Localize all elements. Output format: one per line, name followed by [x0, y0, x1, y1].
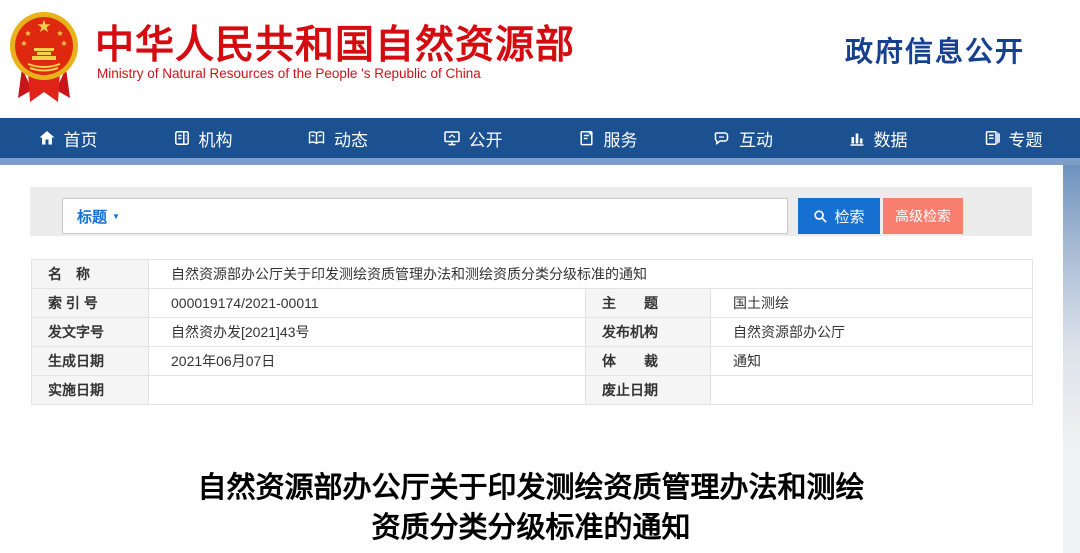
- nav-label: 首页: [63, 130, 98, 150]
- search-panel: 标题 ▼ 检索 高级检索: [30, 187, 1032, 236]
- genre-value: 通知: [709, 346, 1034, 376]
- page-edge-gradient: [1063, 165, 1080, 553]
- publisher-label: 发布机构: [585, 317, 711, 347]
- svg-text:★: ★: [20, 39, 27, 48]
- nav-label: 数据: [873, 130, 908, 150]
- table-row: 索 引 号 000019174/2021-00011 主 题 国土测绘: [31, 288, 1034, 318]
- advanced-search-label: 高级检索: [895, 208, 951, 224]
- search-box: 标题 ▼: [62, 198, 788, 234]
- bar-chart-icon: [850, 133, 863, 146]
- gov-info-disclosure-title[interactable]: 政府信息公开: [845, 30, 1025, 70]
- table-row: 发文字号 自然资办发[2021]43号 发布机构 自然资源部办公厅: [31, 317, 1034, 347]
- nav-item-home[interactable]: 首页: [0, 118, 135, 158]
- search-field-selector[interactable]: 标题 ▼: [63, 206, 120, 227]
- svg-text:★: ★: [24, 29, 31, 38]
- nav-item-topics[interactable]: 专题: [945, 118, 1080, 158]
- index-number-label: 索 引 号: [31, 288, 149, 318]
- nav-label: 机构: [198, 130, 233, 150]
- main-nav: 首页 机构 动态 公开 服务 互动 数据 专题: [0, 118, 1080, 158]
- create-date-value: 2021年06月07日: [148, 346, 586, 376]
- org-name-cn: 中华人民共和国自然资源部: [95, 24, 576, 67]
- table-row: 实施日期 废止日期: [31, 375, 1034, 405]
- news-book-icon: [308, 131, 325, 145]
- site-header: ★ ★ ★ ★ ★ 中华人民共和国自然资源部 Ministry of Natur…: [0, 0, 1080, 118]
- chevron-down-icon: ▼: [112, 211, 120, 221]
- search-button-label: 检索: [834, 208, 865, 226]
- table-row: 名 称 自然资源部办公厅关于印发测绘资质管理办法和测绘资质分类分级标准的通知: [31, 259, 1034, 289]
- doc-info-table: 名 称 自然资源部办公厅关于印发测绘资质管理办法和测绘资质分类分级标准的通知 索…: [31, 259, 1034, 405]
- advanced-search-button[interactable]: 高级检索: [883, 198, 963, 234]
- svg-text:★: ★: [36, 17, 51, 36]
- create-date-label: 生成日期: [31, 346, 149, 376]
- document-title-line2: 资质分类分级标准的通知: [371, 512, 691, 544]
- search-input[interactable]: [119, 199, 787, 233]
- repeal-date-label: 废止日期: [585, 375, 711, 405]
- repeal-date-value: [709, 375, 1034, 405]
- china-national-emblem-icon: ★ ★ ★ ★ ★: [10, 12, 78, 102]
- nav-item-interaction[interactable]: 互动: [675, 118, 810, 158]
- organization-icon: [174, 131, 189, 145]
- search-button[interactable]: 检索: [798, 198, 880, 234]
- nav-bottom-strip: [0, 158, 1080, 165]
- search-field-label: 标题: [77, 208, 108, 226]
- impl-date-value: [148, 375, 586, 405]
- chat-bubble-icon: [714, 132, 729, 146]
- nav-item-news[interactable]: 动态: [270, 118, 405, 158]
- svg-text:★: ★: [60, 39, 67, 48]
- nav-label: 专题: [1008, 130, 1043, 150]
- document-title: 自然资源部办公厅关于印发测绘资质管理办法和测绘 资质分类分级标准的通知: [0, 468, 1062, 548]
- subject-value: 国土测绘: [709, 288, 1034, 318]
- impl-date-label: 实施日期: [31, 375, 149, 405]
- nav-item-disclosure[interactable]: 公开: [405, 118, 540, 158]
- nav-label: 动态: [334, 130, 368, 150]
- subject-label: 主 题: [585, 288, 711, 318]
- home-icon: [39, 131, 54, 145]
- name-label: 名 称: [31, 259, 149, 289]
- nav-label: 公开: [468, 130, 503, 150]
- document-title-line1: 自然资源部办公厅关于印发测绘资质管理办法和测绘: [197, 472, 865, 504]
- doc-number-value: 自然资办发[2021]43号: [148, 317, 586, 347]
- magnifier-icon: [814, 209, 828, 223]
- nav-item-data[interactable]: 数据: [810, 118, 945, 158]
- journal-icon: [985, 131, 1000, 145]
- publisher-value: 自然资源部办公厅: [709, 317, 1034, 347]
- index-number-value: 000019174/2021-00011: [148, 288, 586, 318]
- service-doc-icon: [579, 130, 593, 146]
- nav-label: 互动: [739, 130, 773, 150]
- name-value: 自然资源部办公厅关于印发测绘资质管理办法和测绘资质分类分级标准的通知: [147, 259, 1034, 289]
- doc-number-label: 发文字号: [31, 317, 149, 347]
- table-row: 生成日期 2021年06月07日 体 裁 通知: [31, 346, 1034, 376]
- org-name-en: Ministry of Natural Resources of the Peo…: [97, 66, 481, 81]
- monitor-icon: [443, 131, 460, 146]
- genre-label: 体 裁: [585, 346, 711, 376]
- nav-label: 服务: [603, 130, 638, 150]
- nav-item-service[interactable]: 服务: [540, 118, 675, 158]
- nav-item-organization[interactable]: 机构: [135, 118, 270, 158]
- svg-text:★: ★: [56, 29, 63, 38]
